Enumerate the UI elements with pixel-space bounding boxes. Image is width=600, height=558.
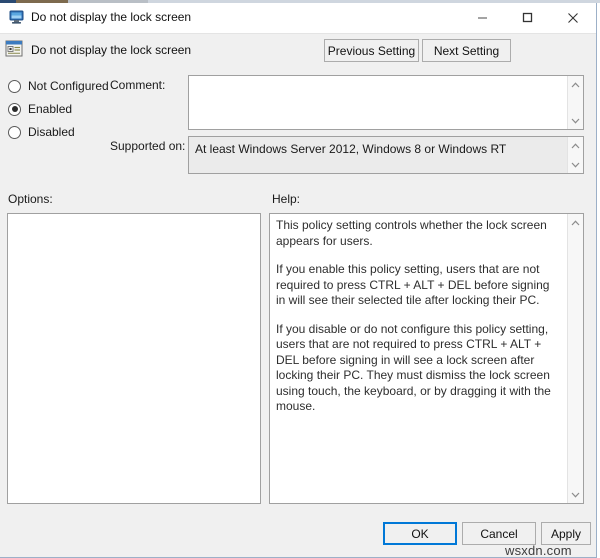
ok-button[interactable]: OK xyxy=(383,522,457,545)
close-button[interactable] xyxy=(550,3,595,32)
scroll-up-icon[interactable] xyxy=(568,215,583,230)
options-label: Options: xyxy=(8,192,53,206)
radio-label: Not Configured xyxy=(28,79,109,93)
scroll-up-icon[interactable] xyxy=(568,77,583,92)
scroll-down-icon[interactable] xyxy=(568,157,583,172)
help-label: Help: xyxy=(272,192,300,206)
radio-label: Disabled xyxy=(28,125,75,139)
radio-label: Enabled xyxy=(28,102,72,116)
comment-scrollbar[interactable] xyxy=(567,76,583,129)
scroll-down-icon[interactable] xyxy=(568,113,583,128)
help-paragraph: If you disable or do not configure this … xyxy=(276,322,559,415)
help-paragraph: If you enable this policy setting, users… xyxy=(276,262,559,309)
scroll-up-icon[interactable] xyxy=(568,138,583,153)
radio-disabled[interactable]: Disabled xyxy=(8,124,75,140)
supported-on-scrollbar[interactable] xyxy=(567,137,583,173)
policy-setting-icon xyxy=(5,40,24,58)
dialog-footer: OK Cancel Apply wsxdn.com xyxy=(0,510,596,556)
scroll-down-icon[interactable] xyxy=(568,487,583,502)
comment-label: Comment: xyxy=(110,78,165,92)
maximize-button[interactable] xyxy=(505,3,550,32)
next-setting-button[interactable]: Next Setting xyxy=(422,39,511,62)
radio-mark-selected-icon xyxy=(8,103,21,116)
comment-input[interactable] xyxy=(188,75,584,130)
radio-not-configured[interactable]: Not Configured xyxy=(8,78,109,94)
radio-mark-icon xyxy=(8,126,21,139)
policy-setting-dialog: Do not display the lock screen xyxy=(0,3,597,558)
panel-labels-row: Options: Help: xyxy=(0,186,596,213)
help-text: This policy setting controls whether the… xyxy=(276,218,559,415)
help-panel: This policy setting controls whether the… xyxy=(269,213,584,504)
dialog-header: Do not display the lock screen Previous … xyxy=(0,34,596,71)
computer-monitor-icon xyxy=(9,10,25,25)
apply-button[interactable]: Apply xyxy=(541,522,591,545)
supported-on-label: Supported on: xyxy=(110,139,185,153)
previous-setting-button[interactable]: Previous Setting xyxy=(324,39,419,62)
help-paragraph: This policy setting controls whether the… xyxy=(276,218,559,249)
cancel-button[interactable]: Cancel xyxy=(462,522,536,545)
radio-mark-icon xyxy=(8,80,21,93)
help-scrollbar[interactable] xyxy=(567,214,583,503)
window-title: Do not display the lock screen xyxy=(31,10,191,24)
settings-region: Not Configured Enabled Disabled Comment:… xyxy=(0,71,596,186)
policy-title: Do not display the lock screen xyxy=(31,43,191,57)
supported-on-field: At least Windows Server 2012, Windows 8 … xyxy=(188,136,584,174)
supported-on-value: At least Windows Server 2012, Windows 8 … xyxy=(195,142,506,156)
watermark: wsxdn.com xyxy=(505,543,572,558)
options-panel[interactable] xyxy=(7,213,261,504)
panels-region: This policy setting controls whether the… xyxy=(0,213,596,510)
radio-enabled[interactable]: Enabled xyxy=(8,101,72,117)
title-bar: Do not display the lock screen xyxy=(0,3,596,34)
minimize-button[interactable] xyxy=(460,3,505,32)
